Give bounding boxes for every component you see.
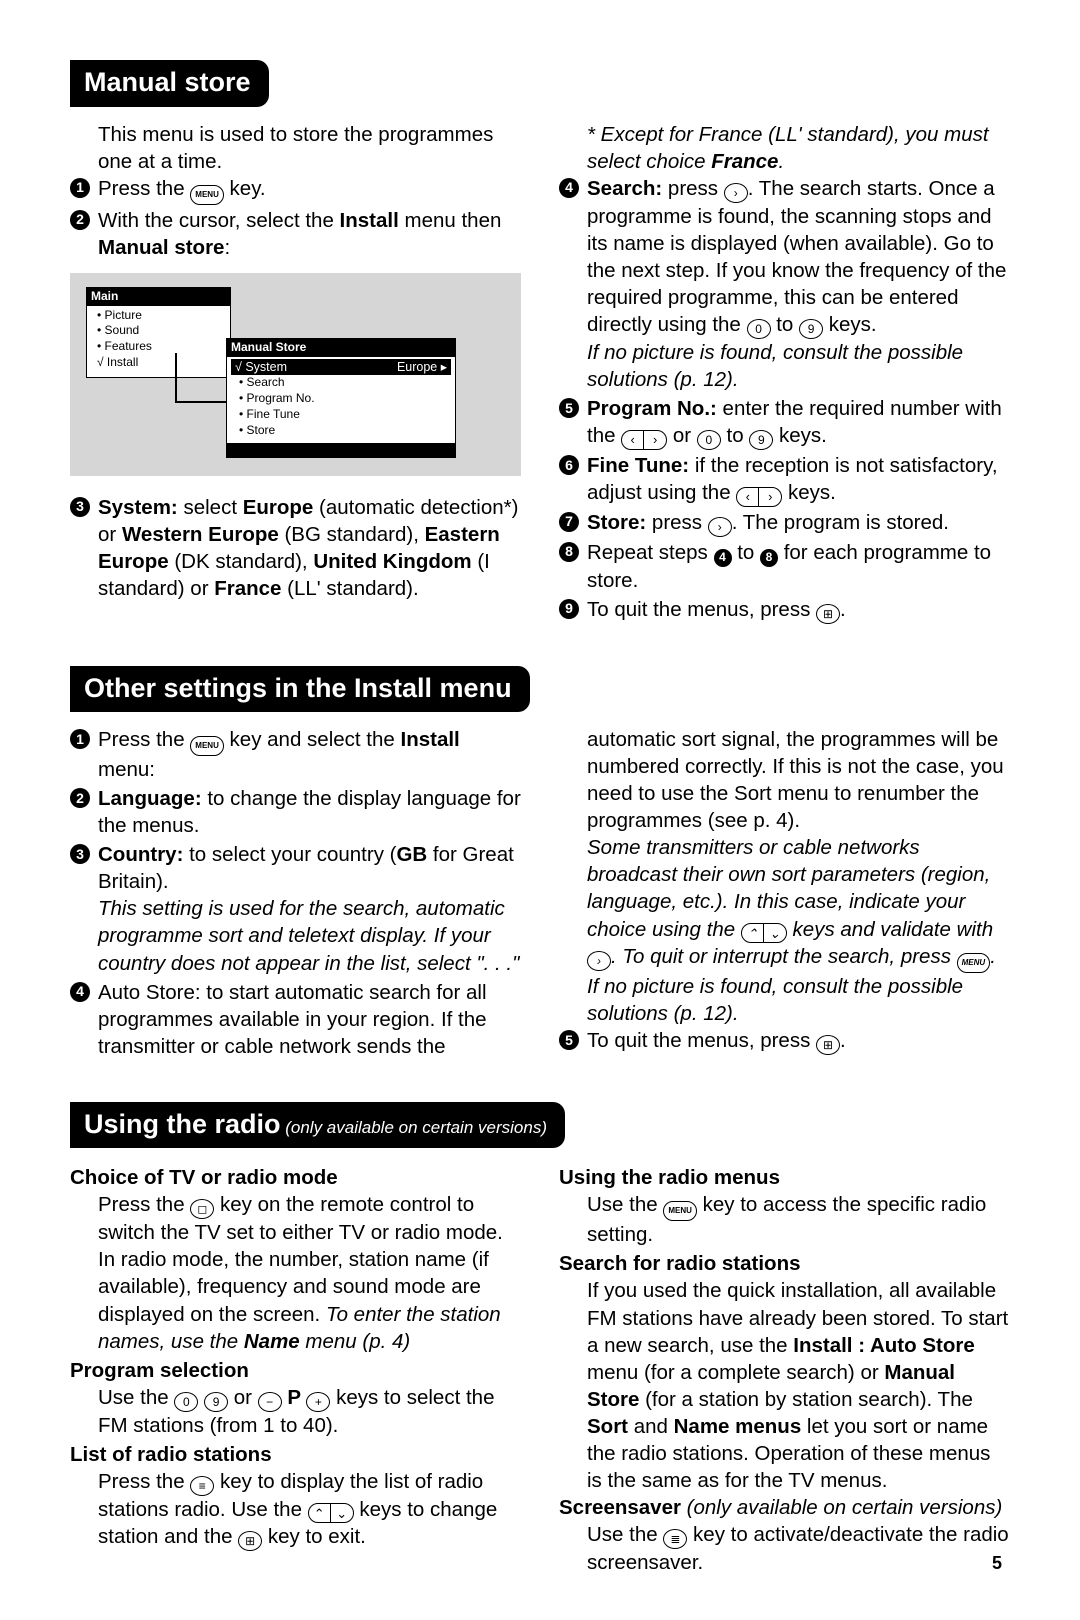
- zero-key-icon: 0: [174, 1392, 198, 1412]
- section-using-radio: Using the radio (only available on certa…: [70, 1102, 1010, 1576]
- p-program: Use the 0 9 or − P + keys to select the …: [70, 1384, 521, 1439]
- right-key-icon: ›: [708, 517, 732, 537]
- menu-diagram: Main • Picture • Sound • Features √ Inst…: [70, 273, 521, 476]
- heading-using-radio: Using the radio (only available on certa…: [70, 1102, 565, 1149]
- section-manual-store: Manual store This menu is used to store …: [70, 60, 1010, 626]
- sub-list: List of radio stations: [70, 1441, 521, 1468]
- step-5-icon: 5: [559, 398, 579, 418]
- intro-text: This menu is used to store the programme…: [70, 121, 521, 175]
- p-screensaver: Use the ≣ key to activate/deactivate the…: [559, 1521, 1010, 1576]
- nine-key-icon: 9: [749, 430, 773, 450]
- p-list: Press the ≡ key to display the list of r…: [70, 1468, 521, 1552]
- inline-4-icon: 4: [714, 549, 732, 567]
- inline-8-icon: 8: [760, 549, 778, 567]
- france-note: * Except for France (LL' standard), you …: [559, 121, 1010, 175]
- plus-key-icon: +: [306, 1392, 330, 1412]
- list-key-icon: ≡: [190, 1476, 214, 1496]
- p-choice: Press the ◻ key on the remote control to…: [70, 1191, 521, 1354]
- tv-key-icon: ◻: [190, 1199, 214, 1219]
- sub-screensaver: Screensaver (only available on certain v…: [559, 1494, 1010, 1521]
- sub-search: Search for radio stations: [559, 1250, 1010, 1277]
- right-key-icon: ›: [587, 951, 611, 971]
- step-7-icon: 7: [559, 512, 579, 532]
- p-search: If you used the quick installation, all …: [559, 1277, 1010, 1493]
- exit-key-icon: ⊞: [816, 604, 840, 624]
- lines-key-icon: ≣: [663, 1529, 687, 1549]
- step-9-icon: 9: [559, 599, 579, 619]
- heading-manual-store: Manual store: [70, 60, 269, 107]
- col-left-1: This menu is used to store the programme…: [70, 121, 521, 626]
- right-key-icon: ›: [724, 183, 748, 203]
- zero-key-icon: 0: [747, 319, 771, 339]
- menu-system-row: √ SystemEurope ▸: [231, 359, 451, 376]
- exit-key-icon: ⊞: [816, 1035, 840, 1055]
- sub-menus: Using the radio menus: [559, 1164, 1010, 1191]
- col-right-1: * Except for France (LL' standard), you …: [559, 121, 1010, 626]
- exit-key-icon: ⊞: [238, 1531, 262, 1551]
- step-2-icon: 2: [70, 210, 90, 230]
- page-number: 5: [992, 1552, 1002, 1576]
- sub-program: Program selection: [70, 1357, 521, 1384]
- menu-key-icon: MENU: [663, 1201, 697, 1221]
- menu-sub-box: Manual Store √ SystemEurope ▸ • Search •…: [226, 338, 456, 458]
- step-1-icon: 1: [70, 729, 90, 749]
- menu-main-title: Main: [87, 288, 230, 306]
- p-menus: Use the MENU key to access the specific …: [559, 1191, 1010, 1248]
- auto-store-cont: automatic sort signal, the programmes wi…: [559, 726, 1010, 834]
- zero-key-icon: 0: [697, 430, 721, 450]
- step-3-icon: 3: [70, 497, 90, 517]
- section-other-settings: Other settings in the Install menu 1 Pre…: [70, 666, 1010, 1062]
- col-right-2: automatic sort signal, the programmes wi…: [559, 726, 1010, 1062]
- step-1-icon: 1: [70, 178, 90, 198]
- up-down-key-icon: ⌃⌄: [308, 1503, 354, 1523]
- step-3-icon: 3: [70, 844, 90, 864]
- menu-key-icon: MENU: [190, 736, 224, 756]
- heading-other-settings: Other settings in the Install menu: [70, 666, 530, 713]
- col-left-2: 1 Press the MENU key and select the Inst…: [70, 726, 521, 1062]
- col-left-3: Choice of TV or radio mode Press the ◻ k…: [70, 1162, 521, 1576]
- step-4-icon: 4: [70, 982, 90, 1002]
- minus-key-icon: −: [258, 1392, 282, 1412]
- step-8-icon: 8: [559, 542, 579, 562]
- step-2-icon: 2: [70, 788, 90, 808]
- step-5-icon: 5: [559, 1030, 579, 1050]
- col-right-3: Using the radio menus Use the MENU key t…: [559, 1162, 1010, 1576]
- nine-key-icon: 9: [204, 1392, 228, 1412]
- sub-choice: Choice of TV or radio mode: [70, 1164, 521, 1191]
- menu-key-icon: MENU: [190, 185, 224, 205]
- auto-store-note: Some transmitters or cable networks broa…: [559, 834, 1010, 1027]
- menu-sub-title: Manual Store: [227, 339, 455, 357]
- nine-key-icon: 9: [799, 319, 823, 339]
- step-4-icon: 4: [559, 178, 579, 198]
- up-down-key-icon: ⌃⌄: [741, 923, 787, 943]
- left-right-key-icon: ‹›: [621, 430, 667, 450]
- step-6-icon: 6: [559, 455, 579, 475]
- left-right-key-icon: ‹›: [736, 487, 782, 507]
- menu-key-icon: MENU: [957, 953, 991, 973]
